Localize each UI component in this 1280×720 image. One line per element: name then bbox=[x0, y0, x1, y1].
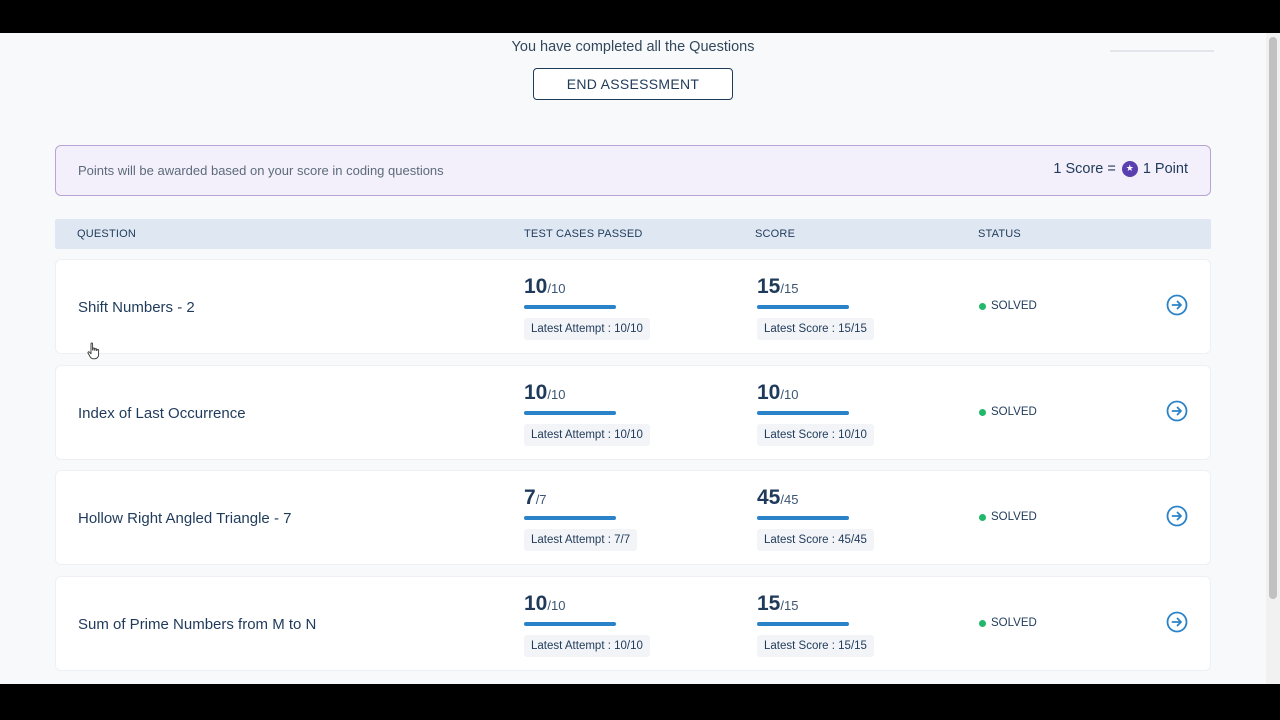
arrow-circle-right-icon[interactable] bbox=[1166, 505, 1188, 527]
points-info-text: Points will be awarded based on your sco… bbox=[78, 163, 444, 178]
tests-passed-value: 10 bbox=[524, 592, 548, 615]
score-progress-bar bbox=[757, 516, 849, 520]
tests-total-value: /10 bbox=[547, 387, 566, 402]
tests-progress-bar bbox=[524, 305, 616, 309]
score-value: 15 bbox=[757, 275, 781, 298]
latest-score-chip: Latest Score : 15/15 bbox=[757, 635, 874, 657]
score-progress-fill bbox=[757, 411, 849, 415]
score-progress-bar bbox=[757, 622, 849, 626]
score-metric: 15/15 Latest Score : 15/15 bbox=[757, 275, 874, 340]
score-to-point-rule: 1 Score = 1 Point bbox=[1053, 161, 1188, 177]
arrow-circle-right-icon[interactable] bbox=[1166, 294, 1188, 316]
score-metric: 10/10 Latest Score : 10/10 bbox=[757, 381, 874, 446]
column-header-score: SCORE bbox=[755, 228, 796, 240]
question-row[interactable]: Index of Last Occurrence 10/10 Latest Atte… bbox=[55, 365, 1211, 460]
status-label: SOLVED bbox=[991, 406, 1037, 418]
tests-progress-bar bbox=[524, 516, 616, 520]
score-rule-right: 1 Point bbox=[1142, 161, 1188, 177]
hand-pointer-cursor-icon bbox=[87, 342, 100, 360]
score-total-value: /45 bbox=[780, 492, 799, 507]
tests-progress-fill bbox=[524, 516, 616, 520]
column-header-question: QUESTION bbox=[77, 228, 137, 240]
latest-attempt-chip: Latest Attempt : 10/10 bbox=[524, 635, 650, 657]
assessment-page: You have completed all the Questions END… bbox=[0, 33, 1280, 684]
question-title[interactable]: Hollow Right Angled Triangle - 7 bbox=[78, 510, 291, 527]
status-badge: SOLVED bbox=[979, 617, 1037, 629]
score-progress-bar bbox=[757, 305, 849, 309]
score-value: 15 bbox=[757, 592, 781, 615]
score-progress-bar bbox=[757, 411, 849, 415]
score-rule-left: 1 Score = bbox=[1053, 161, 1116, 177]
test-cases-metric: 7/7 Latest Attempt : 7/7 bbox=[524, 486, 638, 551]
tests-passed-value: 7 bbox=[524, 486, 536, 509]
tests-passed-value: 10 bbox=[524, 275, 548, 298]
column-header-test-cases: TEST CASES PASSED bbox=[524, 228, 643, 240]
question-row[interactable]: Hollow Right Angled Triangle - 7 7/7 Lates… bbox=[55, 470, 1211, 565]
latest-attempt-chip: Latest Attempt : 10/10 bbox=[524, 318, 650, 340]
score-metric: 45/45 Latest Score : 45/45 bbox=[757, 486, 874, 551]
status-label: SOLVED bbox=[991, 617, 1037, 629]
score-total-value: /10 bbox=[780, 387, 799, 402]
vertical-scrollbar[interactable] bbox=[1266, 33, 1280, 684]
status-label: SOLVED bbox=[991, 511, 1037, 523]
points-banner: Points will be awarded based on your sco… bbox=[55, 145, 1211, 196]
status-badge: SOLVED bbox=[979, 511, 1037, 523]
tests-total-value: /10 bbox=[547, 598, 566, 613]
arrow-circle-right-icon[interactable] bbox=[1166, 611, 1188, 633]
tests-total-value: /10 bbox=[547, 281, 566, 296]
test-cases-metric: 10/10 Latest Attempt : 10/10 bbox=[524, 381, 650, 446]
tests-progress-bar bbox=[524, 411, 616, 415]
score-metric: 15/15 Latest Score : 15/15 bbox=[757, 592, 874, 657]
status-dot-icon bbox=[979, 408, 986, 416]
scrollbar-thumb[interactable] bbox=[1269, 37, 1277, 599]
status-label: SOLVED bbox=[991, 300, 1037, 312]
end-assessment-button[interactable]: END ASSESSMENT bbox=[533, 68, 733, 100]
completion-message: You have completed all the Questions bbox=[511, 39, 755, 55]
score-value: 45 bbox=[757, 486, 781, 509]
tests-progress-bar bbox=[524, 622, 616, 626]
tests-progress-fill bbox=[524, 305, 616, 309]
status-badge: SOLVED bbox=[979, 300, 1037, 312]
question-title[interactable]: Shift Numbers - 2 bbox=[78, 299, 195, 316]
latest-score-chip: Latest Score : 15/15 bbox=[757, 318, 874, 340]
status-dot-icon bbox=[979, 513, 986, 521]
question-title[interactable]: Index of Last Occurrence bbox=[78, 405, 246, 422]
test-cases-metric: 10/10 Latest Attempt : 10/10 bbox=[524, 592, 650, 657]
score-value: 10 bbox=[757, 381, 781, 404]
star-coin-icon bbox=[1121, 161, 1138, 177]
score-total-value: /15 bbox=[780, 281, 799, 296]
status-dot-icon bbox=[979, 619, 986, 627]
tests-passed-value: 10 bbox=[524, 381, 548, 404]
latest-attempt-chip: Latest Attempt : 10/10 bbox=[524, 424, 650, 446]
status-badge: SOLVED bbox=[979, 406, 1037, 418]
tests-progress-fill bbox=[524, 622, 616, 626]
latest-attempt-chip: Latest Attempt : 7/7 bbox=[524, 529, 638, 551]
question-row[interactable]: Sum of Prime Numbers from M to N 10/10 Lat… bbox=[55, 576, 1211, 671]
latest-score-chip: Latest Score : 10/10 bbox=[757, 424, 874, 446]
arrow-circle-right-icon[interactable] bbox=[1166, 400, 1188, 422]
score-total-value: /15 bbox=[780, 598, 799, 613]
status-dot-icon bbox=[979, 302, 986, 310]
score-progress-fill bbox=[757, 516, 849, 520]
question-title[interactable]: Sum of Prime Numbers from M to N bbox=[78, 616, 316, 633]
test-cases-metric: 10/10 Latest Attempt : 10/10 bbox=[524, 275, 650, 340]
tests-progress-fill bbox=[524, 411, 616, 415]
score-progress-fill bbox=[757, 305, 849, 309]
tests-total-value: /7 bbox=[535, 492, 547, 507]
score-progress-fill bbox=[757, 622, 849, 626]
latest-score-chip: Latest Score : 45/45 bbox=[757, 529, 874, 551]
table-header: QUESTION TEST CASES PASSED SCORE STATUS bbox=[55, 219, 1211, 249]
column-header-status: STATUS bbox=[978, 228, 1021, 240]
question-row[interactable]: Shift Numbers - 2 10/10 Latest Attempt : 1… bbox=[55, 259, 1211, 354]
